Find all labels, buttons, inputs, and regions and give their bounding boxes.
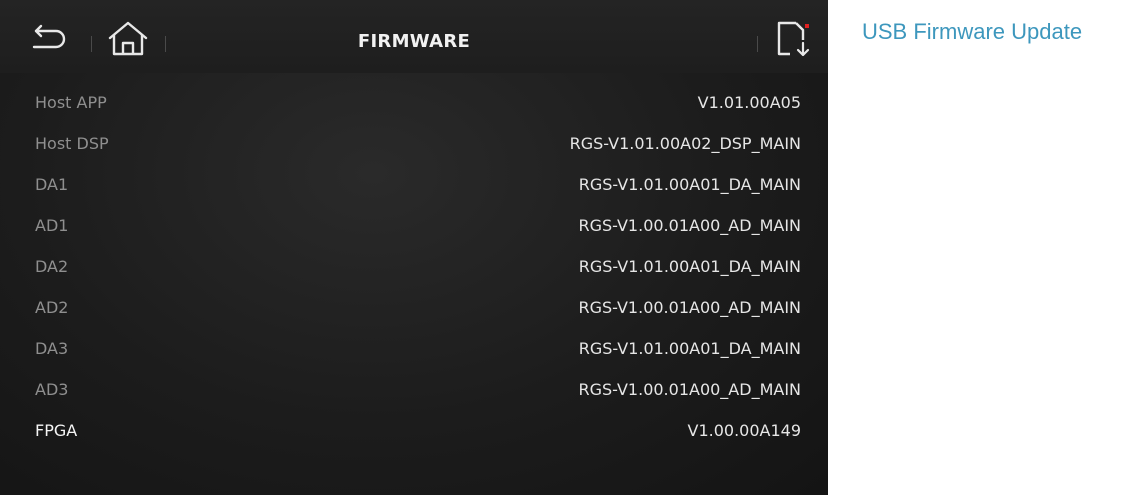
firmware-row: DA3 RGS-V1.01.00A01_DA_MAIN <box>0 328 828 369</box>
device-screen: FIRMWARE Host APP V1.01.00A05 Host DSP R… <box>0 0 828 495</box>
firmware-version: RGS-V1.01.00A01_DA_MAIN <box>578 257 801 276</box>
firmware-label: AD2 <box>35 298 69 317</box>
update-indicator <box>805 24 809 28</box>
firmware-label: DA2 <box>35 257 69 276</box>
firmware-row: FPGA V1.00.00A149 <box>0 410 828 451</box>
firmware-list: Host APP V1.01.00A05 Host DSP RGS-V1.01.… <box>0 82 828 451</box>
firmware-label: Host DSP <box>35 134 109 153</box>
firmware-label: DA3 <box>35 339 69 358</box>
firmware-version: RGS-V1.01.00A01_DA_MAIN <box>578 175 801 194</box>
firmware-label: DA1 <box>35 175 69 194</box>
firmware-label: AD1 <box>35 216 69 235</box>
file-download-icon[interactable] <box>770 18 812 58</box>
firmware-label: Host APP <box>35 93 107 112</box>
firmware-version: V1.01.00A05 <box>697 93 801 112</box>
firmware-row: Host DSP RGS-V1.01.00A02_DSP_MAIN <box>0 123 828 164</box>
divider <box>757 36 758 52</box>
firmware-row: DA2 RGS-V1.01.00A01_DA_MAIN <box>0 246 828 287</box>
firmware-label: FPGA <box>35 421 78 440</box>
page-title: FIRMWARE <box>357 31 471 52</box>
firmware-row: AD1 RGS-V1.00.01A00_AD_MAIN <box>0 205 828 246</box>
usb-firmware-update-title: USB Firmware Update <box>862 19 1083 44</box>
firmware-version: RGS-V1.00.01A00_AD_MAIN <box>578 298 801 317</box>
firmware-version: RGS-V1.00.01A00_AD_MAIN <box>578 216 801 235</box>
firmware-version: RGS-V1.00.01A00_AD_MAIN <box>578 380 801 399</box>
firmware-version: RGS-V1.01.00A02_DSP_MAIN <box>569 134 801 153</box>
firmware-version: RGS-V1.01.00A01_DA_MAIN <box>578 339 801 358</box>
top-bar: FIRMWARE <box>0 0 828 73</box>
firmware-row: AD3 RGS-V1.00.01A00_AD_MAIN <box>0 369 828 410</box>
firmware-row: Host APP V1.01.00A05 <box>0 82 828 123</box>
firmware-row: AD2 RGS-V1.00.01A00_AD_MAIN <box>0 287 828 328</box>
firmware-label: AD3 <box>35 380 69 399</box>
firmware-row: DA1 RGS-V1.01.00A01_DA_MAIN <box>0 164 828 205</box>
firmware-version: V1.00.00A149 <box>687 421 802 440</box>
